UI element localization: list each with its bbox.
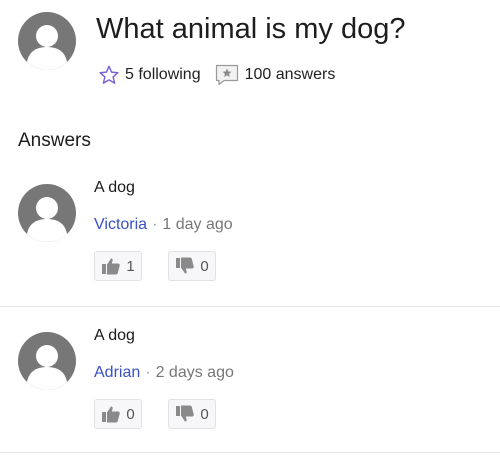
thumbs-down-icon — [176, 257, 195, 274]
upvote-count: 0 — [126, 405, 135, 423]
question-header: What animal is my dog? 5 following 100 a… — [18, 10, 488, 90]
downvote-button[interactable]: 0 — [168, 399, 216, 429]
downvote-count: 0 — [200, 257, 209, 275]
thumbs-up-icon — [102, 258, 121, 275]
question-meta: 5 following 100 answers — [98, 64, 335, 86]
user-avatar-icon — [27, 345, 67, 390]
star-outline-icon — [99, 65, 119, 84]
answers-heading: Answers — [18, 130, 91, 151]
meta-separator: · — [152, 216, 158, 233]
vote-controls: 1 0 — [94, 251, 216, 281]
upvote-count: 1 — [126, 257, 135, 275]
answer-text: A dog — [94, 327, 135, 344]
answer-time: 2 days ago — [155, 364, 234, 381]
follow-button[interactable]: 5 following — [98, 64, 201, 86]
user-avatar-icon — [27, 25, 67, 70]
vote-controls: 0 0 — [94, 399, 216, 429]
downvote-button[interactable]: 0 — [168, 251, 216, 281]
question-title: What animal is my dog? — [96, 13, 406, 45]
following-count: 5 following — [125, 66, 201, 83]
answer-divider — [0, 452, 500, 453]
answer-author-link[interactable]: Adrian — [94, 364, 140, 381]
answer-star-box-icon — [215, 64, 238, 86]
thumbs-down-icon — [176, 405, 195, 422]
answer-item: A dog Victoria · 1 day ago 1 0 — [18, 178, 488, 298]
answer-text: A dog — [94, 179, 135, 196]
meta-separator: · — [145, 364, 151, 381]
answer-author-link[interactable]: Victoria — [94, 216, 147, 233]
answer-meta: Adrian · 2 days ago — [94, 363, 234, 383]
answers-link[interactable]: 100 answers — [215, 64, 336, 86]
user-avatar-icon — [27, 197, 67, 242]
answer-time: 1 day ago — [162, 216, 233, 233]
upvote-button[interactable]: 0 — [94, 399, 142, 429]
downvote-count: 0 — [200, 405, 209, 423]
thumbs-up-icon — [102, 406, 121, 423]
upvote-button[interactable]: 1 — [94, 251, 142, 281]
answerer-avatar[interactable] — [18, 184, 76, 242]
answer-divider — [0, 306, 500, 307]
answers-count: 100 answers — [244, 66, 336, 83]
asker-avatar[interactable] — [18, 12, 76, 70]
answer-meta: Victoria · 1 day ago — [94, 215, 233, 235]
answerer-avatar[interactable] — [18, 332, 76, 390]
answer-item: A dog Adrian · 2 days ago 0 0 — [18, 326, 488, 446]
